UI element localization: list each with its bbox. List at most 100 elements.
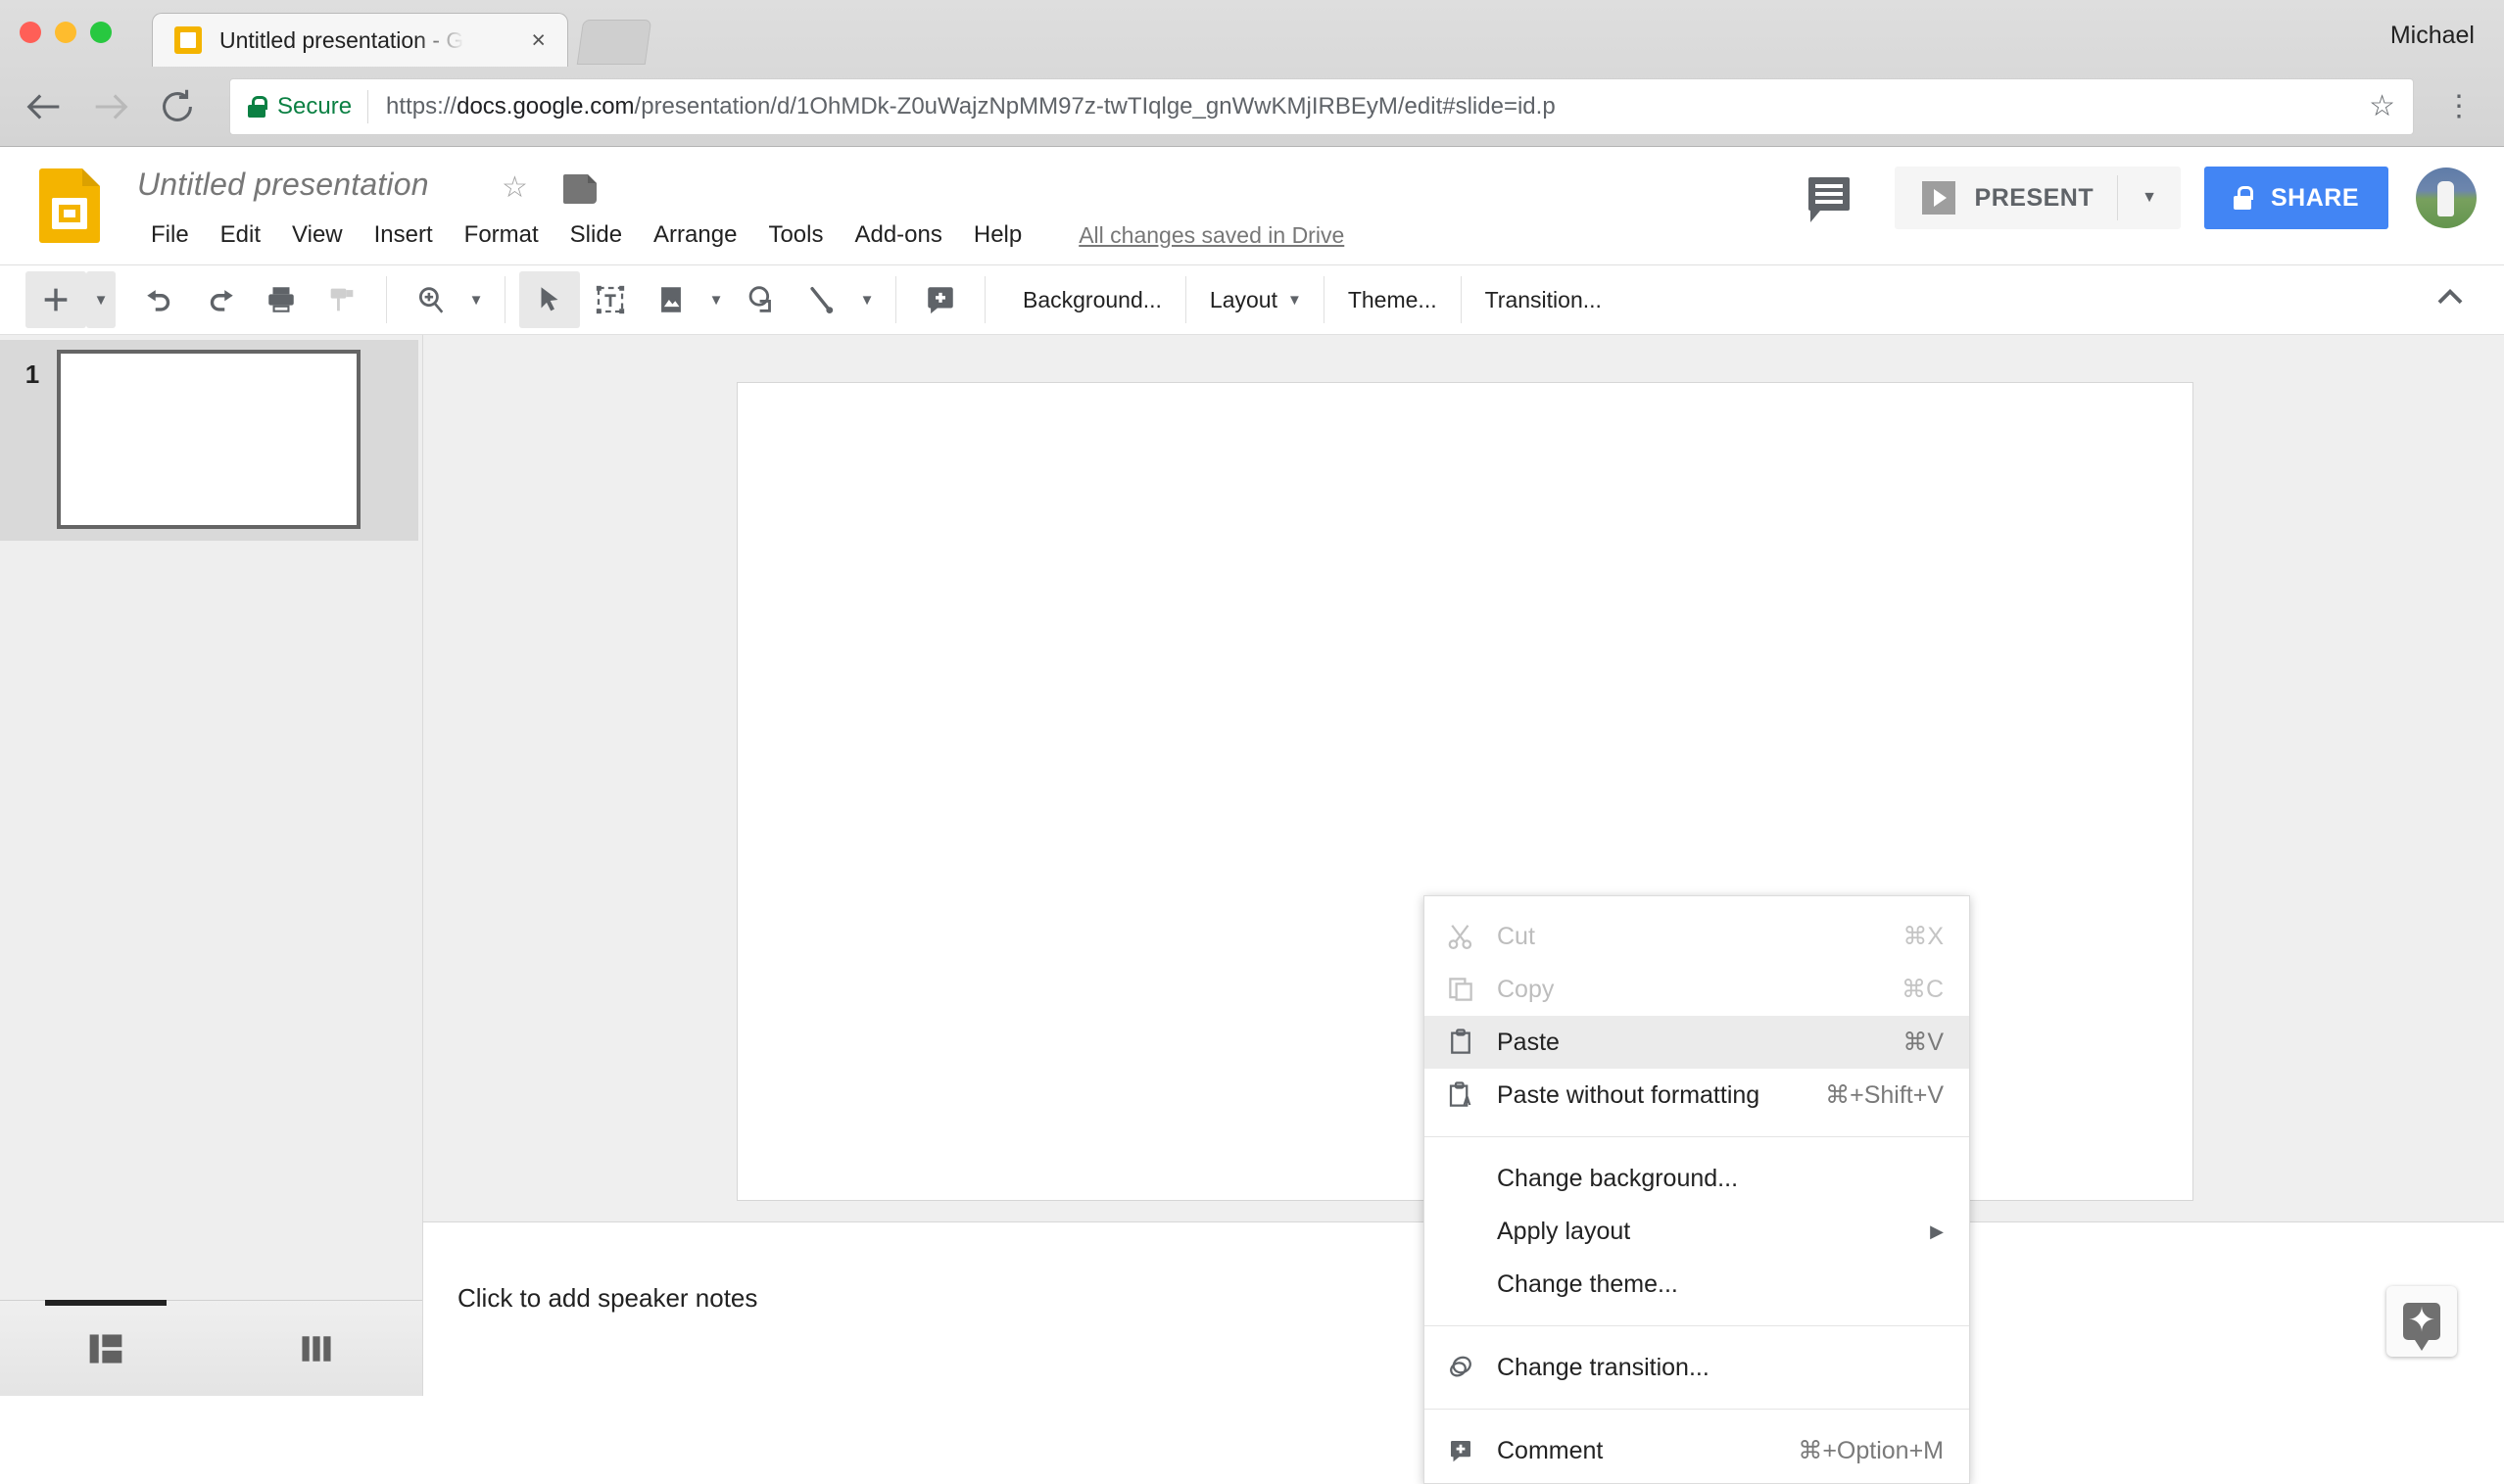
context-menu-item-copy[interactable]: Copy ⌘C <box>1424 963 1969 1016</box>
toolbar-divider <box>505 276 506 323</box>
context-menu-label: Change theme... <box>1497 1269 1678 1298</box>
context-menu-shortcut: ⌘C <box>1901 976 1944 1003</box>
folder-icon[interactable] <box>563 174 597 204</box>
menu-addons[interactable]: Add-ons <box>839 215 957 255</box>
comment-history-icon[interactable] <box>1807 177 1854 222</box>
menu-format[interactable]: Format <box>449 215 554 255</box>
undo-button[interactable] <box>129 271 190 328</box>
new-tab-button[interactable] <box>576 20 652 65</box>
add-comment-button[interactable] <box>910 271 971 328</box>
grid-icon <box>295 1329 338 1368</box>
workspace: 1 Click to add speaker notes ✦ <box>0 335 2504 1396</box>
menu-file[interactable]: File <box>135 215 205 255</box>
copy-icon <box>1424 975 1497 1004</box>
context-menu-item-change-theme[interactable]: Change theme... <box>1424 1258 1969 1311</box>
context-menu-item-change-transition[interactable]: Change transition... <box>1424 1341 1969 1394</box>
new-slide-dropdown-icon[interactable]: ▼ <box>86 271 116 328</box>
line-button[interactable] <box>792 271 852 328</box>
close-icon[interactable]: × <box>531 27 546 53</box>
menu-edit[interactable]: Edit <box>205 215 276 255</box>
page-title[interactable]: Untitled presentation <box>137 167 429 203</box>
text-box-button[interactable] <box>580 271 641 328</box>
reload-icon[interactable] <box>155 84 200 129</box>
slides-logo-icon[interactable] <box>39 168 100 243</box>
chevron-down-icon[interactable]: ▼ <box>2118 189 2181 207</box>
context-menu-shortcut: ⌘+Option+M <box>1798 1437 1944 1464</box>
menu-insert[interactable]: Insert <box>359 215 449 255</box>
transition-button[interactable]: Transition... <box>1462 271 1625 328</box>
three-dot-menu-icon[interactable]: ⋮ <box>2439 92 2479 121</box>
context-menu-item-change-background[interactable]: Change background... <box>1424 1152 1969 1205</box>
omnibox[interactable]: Secure https://docs.google.com/presentat… <box>229 78 2414 135</box>
star-icon[interactable]: ☆ <box>2351 92 2395 121</box>
menu-help[interactable]: Help <box>958 215 1037 255</box>
url-scheme: https:// <box>386 93 457 120</box>
zoom-dropdown-icon[interactable]: ▼ <box>461 271 491 328</box>
redo-button[interactable] <box>190 271 251 328</box>
filmstrip-panel: 1 <box>0 335 423 1396</box>
context-menu-item-comment[interactable]: Comment ⌘+Option+M <box>1424 1424 1969 1477</box>
view-tab-bar <box>0 1300 422 1396</box>
url-host: docs.google.com <box>457 93 635 120</box>
profile-name[interactable]: Michael <box>2390 22 2475 50</box>
layout-button[interactable]: Layout <box>1186 271 1287 328</box>
slide-number: 1 <box>24 359 40 389</box>
paint-format-button[interactable] <box>312 271 372 328</box>
chevron-up-icon[interactable] <box>2432 279 2469 321</box>
browser-tab[interactable]: Untitled presentation - Google × <box>152 13 568 67</box>
clipboard-text-icon <box>1424 1080 1497 1110</box>
close-window-button[interactable] <box>20 22 41 43</box>
toolbar: ▼ ▼ ▼ ▼ Background... Layout ▼ Theme... … <box>0 264 2504 335</box>
menu-arrange[interactable]: Arrange <box>638 215 752 255</box>
context-menu-item-apply-layout[interactable]: Apply layout ▶ <box>1424 1205 1969 1258</box>
zoom-button[interactable] <box>401 271 461 328</box>
context-menu-item-paste[interactable]: Paste ⌘V <box>1424 1016 1969 1069</box>
background-button[interactable]: Background... <box>999 271 1185 328</box>
menu-slide[interactable]: Slide <box>554 215 638 255</box>
line-dropdown-icon[interactable]: ▼ <box>852 271 882 328</box>
slide-thumbnail-row[interactable]: 1 <box>0 340 418 541</box>
insert-image-button[interactable] <box>641 271 701 328</box>
submenu-arrow-icon: ▶ <box>1930 1221 1944 1241</box>
avatar[interactable] <box>2416 168 2477 228</box>
star-icon[interactable]: ☆ <box>502 170 528 205</box>
omnibox-row: Secure https://docs.google.com/presentat… <box>0 67 2504 147</box>
present-button[interactable]: PRESENT <box>1895 167 2118 229</box>
select-tool-button[interactable] <box>519 271 580 328</box>
lock-icon <box>248 96 267 118</box>
clipboard-icon <box>1424 1028 1497 1057</box>
present-label: PRESENT <box>1974 183 2095 212</box>
omnibox-divider <box>367 90 369 123</box>
grid-view-tab[interactable] <box>212 1301 423 1396</box>
url-text: https://docs.google.com/presentation/d/1… <box>386 93 1556 120</box>
context-menu-divider <box>1424 1136 1969 1137</box>
filmstrip-icon <box>84 1329 127 1368</box>
slide-thumbnail[interactable] <box>57 350 361 529</box>
menu-tools[interactable]: Tools <box>752 215 839 255</box>
explore-button[interactable] <box>2386 1286 2457 1357</box>
share-button[interactable]: SHARE <box>2203 167 2388 229</box>
save-status[interactable]: All changes saved in Drive <box>1079 222 1344 249</box>
theme-button[interactable]: Theme... <box>1324 271 1461 328</box>
layout-label: Layout <box>1209 286 1277 312</box>
context-menu-shortcut: ⌘X <box>1902 923 1944 950</box>
present-group: PRESENT ▼ <box>1894 167 2181 229</box>
image-dropdown-icon[interactable]: ▼ <box>701 271 731 328</box>
context-menu-item-paste-without-formatting[interactable]: Paste without formatting ⌘+Shift+V <box>1424 1069 1969 1122</box>
context-menu-label: Comment <box>1497 1436 1604 1464</box>
context-menu-group-clipboard: Cut ⌘X Copy ⌘C Paste ⌘V Paste without fo… <box>1424 904 1969 1127</box>
forward-arrow-icon[interactable] <box>88 84 133 129</box>
context-menu-item-cut[interactable]: Cut ⌘X <box>1424 910 1969 963</box>
layout-dropdown-icon[interactable]: ▼ <box>1287 271 1324 328</box>
print-button[interactable] <box>251 271 312 328</box>
new-slide-button[interactable] <box>25 271 86 328</box>
menu-view[interactable]: View <box>276 215 359 255</box>
filmstrip-view-tab[interactable] <box>0 1300 212 1396</box>
maximize-window-button[interactable] <box>90 22 112 43</box>
minimize-window-button[interactable] <box>55 22 76 43</box>
menu-bar: File Edit View Insert Format Slide Arran… <box>135 215 1344 255</box>
back-arrow-icon[interactable] <box>22 84 67 129</box>
shape-button[interactable] <box>731 271 792 328</box>
context-menu-group-comment: Comment ⌘+Option+M <box>1424 1418 1969 1483</box>
context-menu[interactable]: Cut ⌘X Copy ⌘C Paste ⌘V Paste without fo… <box>1423 895 1970 1484</box>
